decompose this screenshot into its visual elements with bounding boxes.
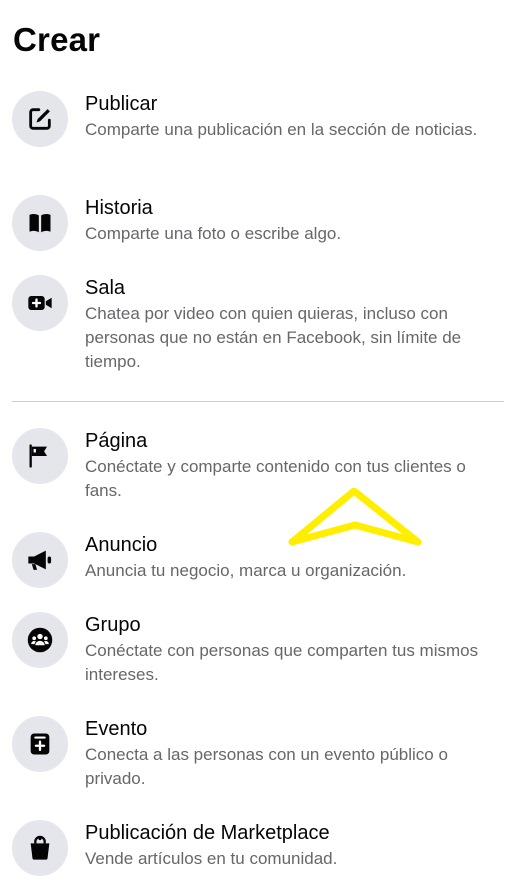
page-title: Crear: [13, 21, 101, 58]
annotation-arrow-icon: [288, 488, 422, 546]
create-item-sala[interactable]: Sala Chatea por video con quien quieras,…: [0, 275, 524, 379]
item-title: Evento: [85, 718, 148, 740]
bag-icon-circle: [12, 820, 68, 876]
item-title: Historia: [85, 197, 153, 219]
item-description: Comparte una foto o escribe algo.: [85, 224, 342, 243]
edit-icon: [29, 108, 51, 130]
book-icon: [29, 214, 51, 233]
item-title: Publicar: [85, 93, 158, 115]
book-icon-circle: [12, 195, 68, 251]
group-icon: [27, 627, 53, 653]
item-title: Sala: [85, 277, 126, 299]
video-icon-circle: [12, 275, 68, 331]
item-title: Publicación de Marketplace: [85, 822, 330, 844]
megaphone-icon: [28, 550, 52, 570]
item-description: Conéctate con personas que comparten tus…: [85, 641, 479, 684]
calendar-icon-circle: [12, 716, 68, 772]
video-plus-icon: [28, 296, 52, 310]
item-description: Chatea por video con quien quieras, incl…: [85, 304, 462, 371]
create-item-marketplace[interactable]: Publicación de Marketplace Vende artícul…: [0, 820, 524, 876]
calendar-plus-icon: [30, 733, 50, 755]
item-description: Conecta a las personas con un evento púb…: [85, 745, 448, 788]
item-description: Anuncia tu negocio, marca u organización…: [85, 561, 407, 580]
create-item-anuncio[interactable]: Anuncio Anuncia tu negocio, marca u orga…: [0, 532, 524, 588]
create-item-grupo[interactable]: Grupo Conéctate con personas que compart…: [0, 612, 524, 692]
item-title: Grupo: [85, 614, 141, 636]
flag-icon: [29, 444, 47, 468]
create-item-evento[interactable]: Evento Conecta a las personas con un eve…: [0, 716, 524, 796]
item-title: Página: [85, 430, 148, 452]
item-description: Vende artículos en tu comunidad.: [85, 849, 338, 868]
create-item-historia[interactable]: Historia Comparte una foto o escribe alg…: [0, 195, 524, 251]
create-item-publicar[interactable]: Publicar Comparte una publicación en la …: [0, 91, 524, 171]
edit-icon-circle: [12, 91, 68, 147]
flag-icon-circle: [12, 428, 68, 484]
section-divider: [12, 401, 504, 402]
megaphone-icon-circle: [12, 532, 68, 588]
create-item-pagina[interactable]: Página Conéctate y comparte contenido co…: [0, 428, 524, 508]
shopping-bag-icon: [30, 835, 50, 860]
item-description: Comparte una publicación en la sección d…: [85, 120, 478, 139]
group-icon-circle: [12, 612, 68, 668]
